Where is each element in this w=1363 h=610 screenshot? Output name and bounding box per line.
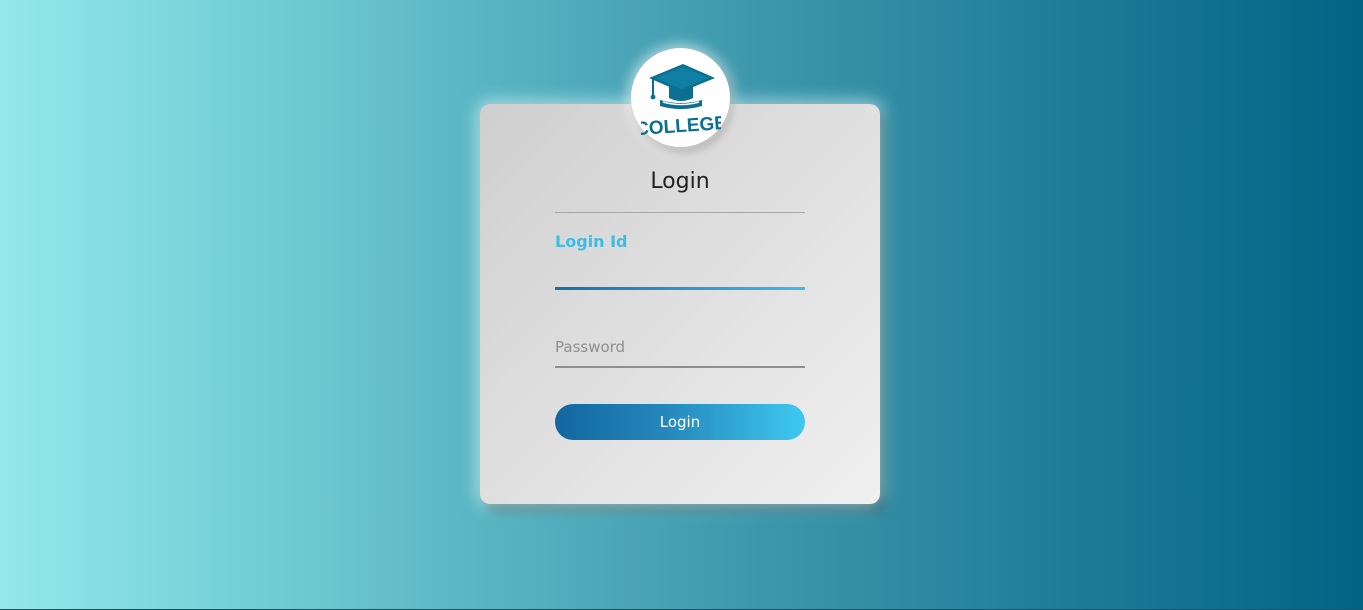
title-divider xyxy=(555,212,805,213)
graduation-cap-icon: COLLEGE xyxy=(641,63,721,140)
login-title: Login xyxy=(650,169,710,194)
login-id-underline xyxy=(555,287,805,290)
login-page: { "logo": { "icon": "graduation-cap-icon… xyxy=(0,0,1363,610)
login-id-field xyxy=(555,258,805,290)
logo-wordmark: COLLEGE xyxy=(641,112,721,139)
password-input[interactable] xyxy=(555,327,805,366)
password-underline xyxy=(555,366,805,368)
login-card xyxy=(480,104,880,504)
login-id-label: Login Id xyxy=(555,232,628,251)
password-field xyxy=(555,327,805,368)
login-id-input[interactable] xyxy=(555,258,805,287)
college-logo: COLLEGE xyxy=(631,48,730,147)
login-button[interactable]: Login xyxy=(555,404,805,440)
